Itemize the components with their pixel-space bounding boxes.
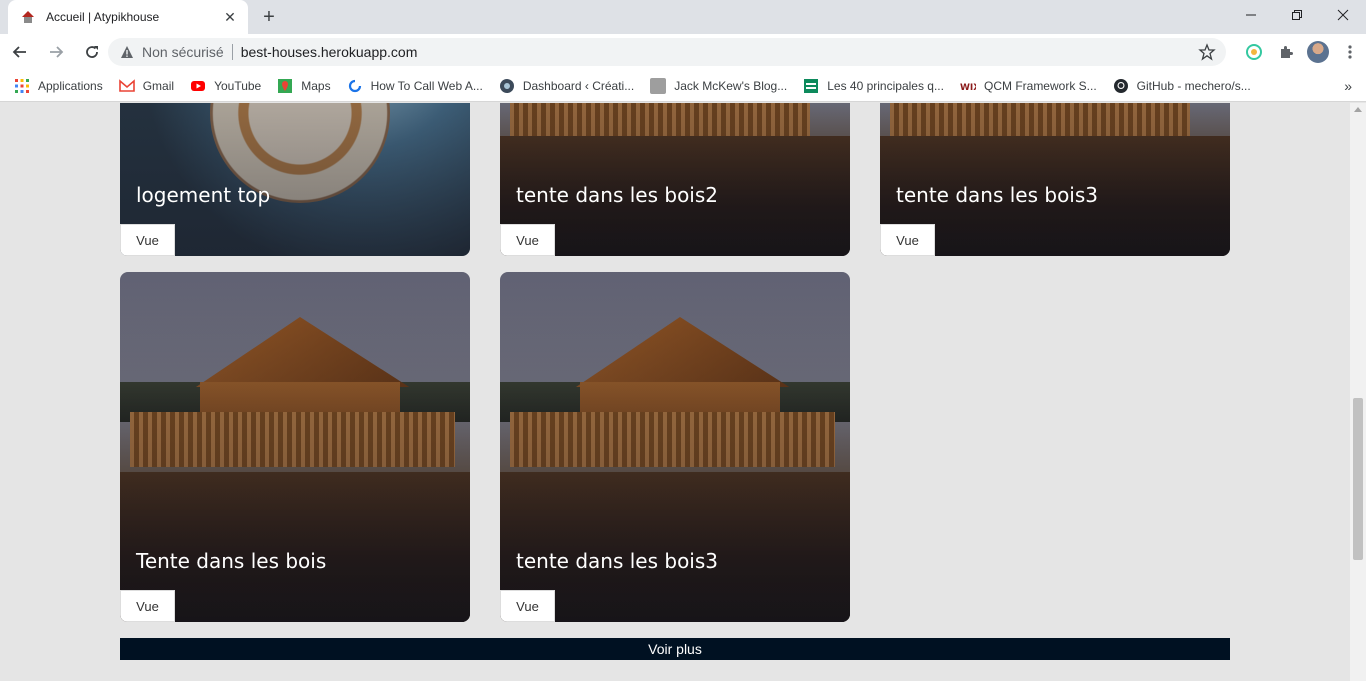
- bookmark-jack-mckew[interactable]: Jack McKew's Blog...: [650, 77, 788, 94]
- url-text[interactable]: best-houses.herokuapp.com: [241, 44, 1198, 60]
- bookmark-applications[interactable]: Applications: [14, 78, 103, 94]
- new-tab-button[interactable]: +: [258, 7, 280, 29]
- tab-strip: Accueil | Atypikhouse ✕ +: [0, 0, 1366, 34]
- extension-circle-icon[interactable]: [1238, 36, 1270, 68]
- house-favicon-icon: [20, 9, 36, 25]
- refresh-circle-icon: [347, 78, 363, 94]
- card-title: tente dans les bois3: [516, 549, 719, 573]
- listing-card[interactable]: tente dans les bois2 Vue: [500, 103, 850, 256]
- bookmark-gmail[interactable]: Gmail: [118, 78, 175, 94]
- youtube-icon: [190, 78, 206, 94]
- forward-arrow-icon[interactable]: [40, 36, 72, 68]
- card-title: tente dans les bois2: [516, 183, 719, 207]
- listing-card[interactable]: tente dans les bois3 Vue: [500, 272, 850, 622]
- address-bar[interactable]: Non sécurisé best-houses.herokuapp.com: [108, 38, 1226, 66]
- card-title: Tente dans les bois: [136, 549, 327, 573]
- view-button[interactable]: Vue: [880, 224, 935, 256]
- listing-card[interactable]: logement top Vue: [120, 103, 470, 256]
- bookmark-label: How To Call Web A...: [370, 78, 483, 93]
- browser-toolbar: Non sécurisé best-houses.herokuapp.com: [0, 34, 1366, 70]
- bookmark-label: Dashboard ‹ Créati...: [522, 78, 635, 93]
- bookmark-dashboard[interactable]: Dashboard ‹ Créati...: [499, 78, 634, 94]
- bookmark-maps[interactable]: Maps: [277, 78, 331, 94]
- view-button[interactable]: Vue: [500, 224, 555, 256]
- close-window-icon[interactable]: [1320, 0, 1366, 30]
- kebab-menu-icon[interactable]: [1334, 36, 1366, 68]
- bookmark-github[interactable]: GitHub - mechero/s...: [1113, 78, 1251, 94]
- reload-icon[interactable]: [76, 36, 108, 68]
- github-icon: [1113, 78, 1129, 94]
- browser-tab-active[interactable]: Accueil | Atypikhouse ✕: [8, 0, 248, 34]
- warning-triangle-icon[interactable]: [120, 45, 134, 59]
- see-more-button[interactable]: Voir plus: [120, 638, 1230, 660]
- bookmark-label: Maps: [301, 78, 331, 93]
- page-scrollbar[interactable]: [1350, 103, 1366, 681]
- minimize-icon[interactable]: [1228, 0, 1274, 30]
- gmail-icon: [118, 78, 135, 94]
- scrollbar-thumb[interactable]: [1353, 398, 1363, 560]
- page-viewport: logement top Vue tente dans les bois2 Vu…: [0, 103, 1350, 681]
- bookmark-how-to-call[interactable]: How To Call Web A...: [347, 78, 483, 94]
- apps-grid-icon: [14, 78, 30, 94]
- bookmark-label: Les 40 principales q...: [827, 78, 944, 93]
- toolbar-right: [1238, 36, 1366, 68]
- green-page-icon: [803, 78, 819, 94]
- profile-avatar[interactable]: [1302, 36, 1334, 68]
- close-tab-icon[interactable]: ✕: [222, 9, 238, 25]
- address-divider: [231, 44, 233, 60]
- dashboard-icon: [499, 78, 515, 94]
- bookmark-qcm[interactable]: WIX QCM Framework S...: [960, 78, 1097, 94]
- card-title: logement top: [136, 183, 271, 207]
- bookmark-label: Jack McKew's Blog...: [674, 78, 788, 93]
- bookmark-les-40[interactable]: Les 40 principales q...: [803, 78, 944, 94]
- listing-card[interactable]: tente dans les bois3 Vue: [880, 103, 1230, 256]
- security-status[interactable]: Non sécurisé: [142, 44, 224, 60]
- bookmark-youtube[interactable]: YouTube: [190, 78, 261, 94]
- card-title: tente dans les bois3: [896, 183, 1099, 207]
- scroll-up-arrow-icon[interactable]: [1354, 107, 1362, 112]
- view-button[interactable]: Vue: [500, 590, 555, 622]
- bookmark-label: GitHub - mechero/s...: [1136, 78, 1251, 93]
- window-controls: [1228, 0, 1366, 30]
- tab-title: Accueil | Atypikhouse: [46, 10, 160, 24]
- restore-icon[interactable]: [1274, 0, 1320, 30]
- bookmark-label: YouTube: [214, 78, 262, 93]
- view-button[interactable]: Vue: [120, 590, 175, 622]
- bookmark-star-icon[interactable]: [1198, 43, 1216, 61]
- page-icon: [650, 77, 667, 94]
- bookmark-label: QCM Framework S...: [983, 78, 1097, 93]
- listing-card[interactable]: Tente dans les bois Vue: [120, 272, 470, 622]
- bookmark-label: Applications: [38, 78, 103, 93]
- svg-text:WIX: WIX: [960, 83, 976, 93]
- maps-icon: [277, 78, 293, 94]
- chevron-right-icon[interactable]: »: [1344, 78, 1352, 94]
- puzzle-extensions-icon[interactable]: [1270, 36, 1302, 68]
- bookmarks-bar: Applications Gmail YouTube Maps How To C…: [0, 70, 1366, 102]
- bookmark-label: Gmail: [142, 78, 175, 93]
- view-button[interactable]: Vue: [120, 224, 175, 256]
- wix-icon: WIX: [960, 78, 980, 94]
- back-arrow-icon[interactable]: [4, 36, 36, 68]
